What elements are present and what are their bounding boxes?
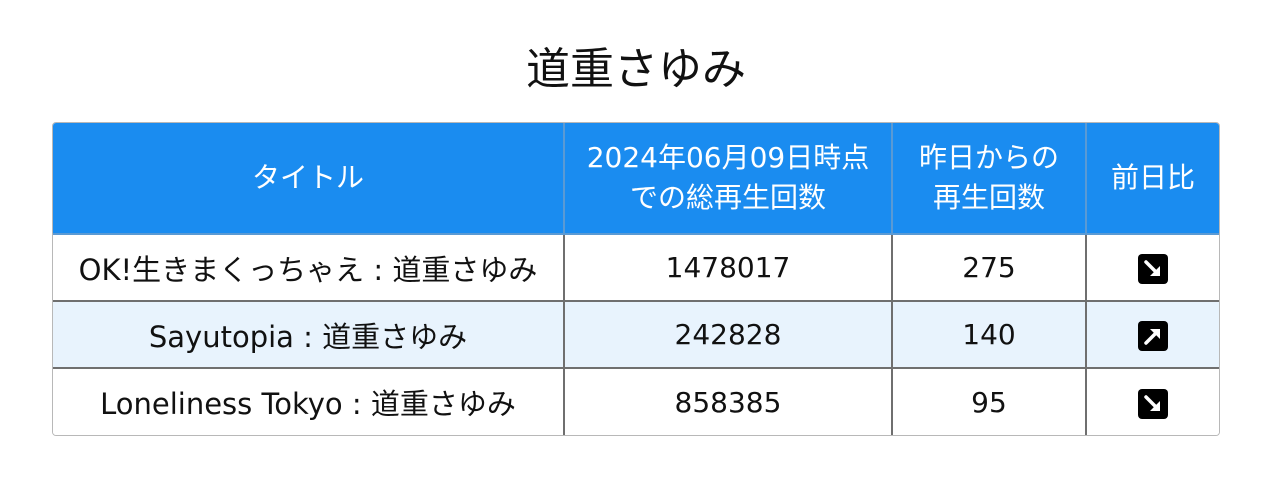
ranking-table-container: タイトル 2024年06月09日時点 での総再生回数 昨日からの 再生回数 前日…	[52, 122, 1220, 436]
header-compare-label: 前日比	[1110, 161, 1195, 194]
total-plays-cell: 1478017	[563, 233, 893, 302]
page-title: 道重さゆみ	[526, 44, 746, 95]
song-title-cell: Loneliness Tokyo : 道重さゆみ	[53, 367, 565, 435]
daily-plays-cell: 140	[891, 300, 1087, 369]
table-row: Sayutopia : 道重さゆみ 242828 140	[53, 300, 1219, 369]
total-plays-cell: 858385	[563, 367, 893, 435]
header-compare: 前日比	[1085, 123, 1219, 235]
song-title-cell: OK!生きまくっちゃえ : 道重さゆみ	[53, 233, 565, 302]
total-plays-cell: 242828	[563, 300, 893, 369]
daily-plays-cell: 95	[891, 367, 1087, 435]
header-daily-plays: 昨日からの 再生回数	[891, 123, 1087, 235]
arrow-up-right-icon	[1138, 321, 1168, 351]
daily-plays-cell: 275	[891, 233, 1087, 302]
table-row: Loneliness Tokyo : 道重さゆみ 858385 95	[53, 367, 1219, 435]
table-row: OK!生きまくっちゃえ : 道重さゆみ 1478017 275	[53, 233, 1219, 302]
arrow-down-right-icon	[1138, 388, 1168, 419]
compare-cell	[1085, 300, 1219, 369]
header-day-line2: 再生回数	[932, 181, 1045, 214]
compare-cell	[1085, 233, 1219, 302]
header-total-line2: での総再生回数	[629, 181, 826, 214]
page: 道重さゆみ タイトル 2024年06月09日時点 での総再生回数 昨日からの 再…	[0, 0, 1272, 487]
header-title: タイトル	[53, 123, 565, 235]
ranking-table: タイトル 2024年06月09日時点 での総再生回数 昨日からの 再生回数 前日…	[53, 123, 1219, 435]
compare-cell	[1085, 367, 1219, 435]
header-title-label: タイトル	[251, 161, 364, 194]
arrow-down-right-icon	[1138, 254, 1168, 284]
table-header-row: タイトル 2024年06月09日時点 での総再生回数 昨日からの 再生回数 前日…	[53, 123, 1219, 235]
header-day-line1: 昨日からの	[918, 141, 1059, 174]
header-total-line1: 2024年06月09日時点	[586, 141, 870, 174]
song-title-cell: Sayutopia : 道重さゆみ	[53, 300, 565, 369]
header-total-plays: 2024年06月09日時点 での総再生回数	[563, 123, 893, 235]
